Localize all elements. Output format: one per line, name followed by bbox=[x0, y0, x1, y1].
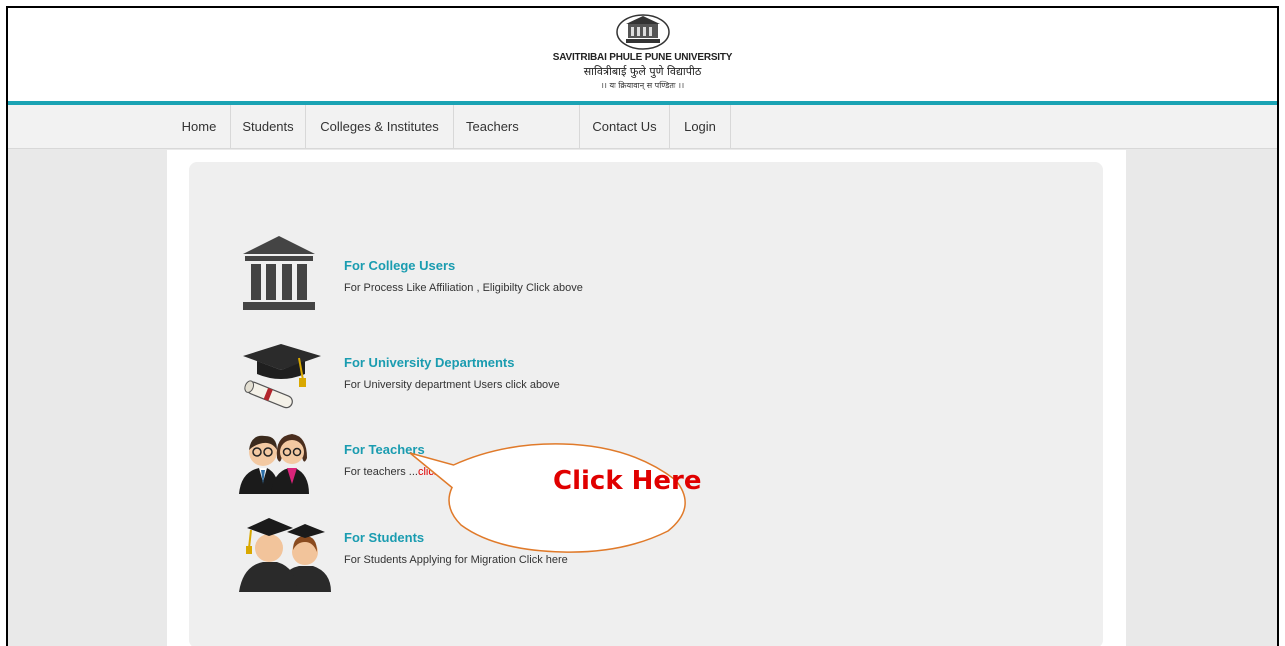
nav-login[interactable]: Login bbox=[670, 105, 731, 149]
nav-students[interactable]: Students bbox=[231, 105, 306, 149]
graduation-cap-icon[interactable] bbox=[237, 344, 325, 412]
nav-colleges-institutes[interactable]: Colleges & Institutes bbox=[306, 105, 454, 149]
building-icon[interactable] bbox=[239, 234, 319, 312]
university-motto: ।। यः क्रियावान् स पण्डितः ।। bbox=[600, 81, 685, 90]
university-departments-description: For University department Users click ab… bbox=[344, 379, 560, 391]
university-name-english: SAVITRIBAI PHULE PUNE UNIVERSITY bbox=[552, 52, 733, 63]
university-departments-link[interactable]: For University Departments bbox=[344, 355, 515, 370]
students-icon[interactable] bbox=[237, 514, 333, 594]
university-name-marathi: सावित्रीबाई फुले पुणे विद्यापीठ bbox=[583, 65, 702, 78]
main-content: For College Users For Process Like Affil… bbox=[167, 150, 1126, 646]
nav-contact-us[interactable]: Contact Us bbox=[580, 105, 670, 149]
site-header: SAVITRIBAI PHULE PUNE UNIVERSITY सावित्र… bbox=[8, 8, 1277, 105]
university-logo[interactable]: SAVITRIBAI PHULE PUNE UNIVERSITY सावित्र… bbox=[523, 12, 763, 91]
main-nav: Home Students Colleges & Institutes Teac… bbox=[8, 105, 1277, 149]
nav-teachers[interactable]: Teachers bbox=[454, 105, 580, 149]
browser-frame: SAVITRIBAI PHULE PUNE UNIVERSITY सावित्र… bbox=[6, 6, 1279, 646]
university-emblem-icon bbox=[615, 14, 670, 50]
portal-panel: For College Users For Process Like Affil… bbox=[189, 162, 1103, 646]
nav-home[interactable]: Home bbox=[168, 105, 231, 149]
callout-text: Click Here bbox=[553, 466, 702, 496]
college-users-description: For Process Like Affiliation , Eligibilt… bbox=[344, 282, 583, 294]
college-users-link[interactable]: For College Users bbox=[344, 258, 455, 273]
teachers-icon[interactable] bbox=[237, 424, 311, 496]
